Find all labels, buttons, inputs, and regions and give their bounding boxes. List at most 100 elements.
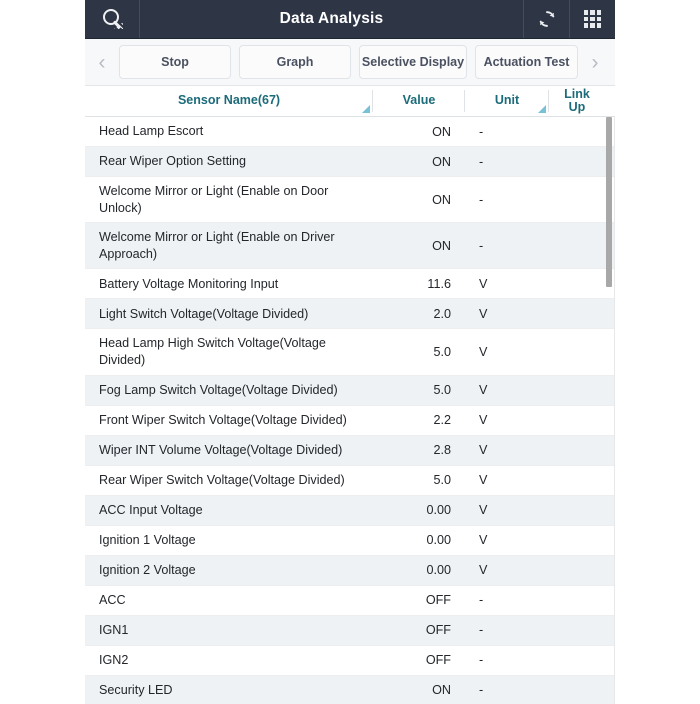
- column-header-sensor-name-label: Sensor Name(67): [178, 94, 280, 107]
- cell-sensor-name: Welcome Mirror or Light (Enable on Door …: [85, 177, 373, 222]
- cell-sensor-name: Rear Wiper Option Setting: [85, 147, 373, 176]
- cell-value: 2.0: [373, 307, 465, 321]
- table-body[interactable]: Head Lamp EscortON-Rear Wiper Option Set…: [85, 117, 615, 704]
- toolbar-prev-button[interactable]: ‹: [89, 42, 115, 82]
- table-row[interactable]: Ignition 1 Voltage0.00V: [85, 526, 615, 556]
- column-header-unit-label: Unit: [495, 94, 519, 107]
- table-row[interactable]: Rear Wiper Switch Voltage(Voltage Divide…: [85, 466, 615, 496]
- table-header-row: Sensor Name(67) Value Unit Link Up: [85, 86, 615, 117]
- cell-unit: V: [465, 383, 549, 397]
- data-analysis-app: Data Analysis ‹ Stop Graph Selective Dis…: [85, 0, 615, 704]
- table-row[interactable]: Battery Voltage Monitoring Input11.6V: [85, 269, 615, 299]
- cell-sensor-name: Ignition 2 Voltage: [85, 556, 373, 585]
- cell-unit: -: [465, 623, 549, 637]
- cell-unit: -: [465, 653, 549, 667]
- table-row[interactable]: Light Switch Voltage(Voltage Divided)2.0…: [85, 299, 615, 329]
- column-header-link-up[interactable]: Link Up: [549, 86, 605, 116]
- cell-sensor-name: Ignition 1 Voltage: [85, 526, 373, 555]
- table-row[interactable]: IGN2OFF-: [85, 646, 615, 676]
- cell-sensor-name: Security LED: [85, 676, 373, 704]
- cell-value: OFF: [373, 623, 465, 637]
- grid-menu-button[interactable]: [569, 0, 615, 38]
- cell-unit: V: [465, 307, 549, 321]
- cell-value: 0.00: [373, 503, 465, 517]
- cell-value: ON: [373, 125, 465, 139]
- selective-display-button[interactable]: Selective Display: [359, 45, 467, 79]
- sort-triangle-icon[interactable]: [362, 105, 370, 113]
- cell-unit: V: [465, 345, 549, 359]
- table-row[interactable]: Front Wiper Switch Voltage(Voltage Divid…: [85, 406, 615, 436]
- cell-unit: -: [465, 193, 549, 207]
- cell-unit: V: [465, 277, 549, 291]
- cell-value: 5.0: [373, 473, 465, 487]
- cell-sensor-name: Front Wiper Switch Voltage(Voltage Divid…: [85, 406, 373, 435]
- column-header-unit[interactable]: Unit: [465, 86, 549, 116]
- cell-sensor-name: IGN1: [85, 616, 373, 645]
- cell-value: OFF: [373, 593, 465, 607]
- graph-button[interactable]: Graph: [239, 45, 351, 79]
- cell-unit: V: [465, 503, 549, 517]
- stop-button[interactable]: Stop: [119, 45, 231, 79]
- cell-sensor-name: Battery Voltage Monitoring Input: [85, 270, 373, 299]
- cell-unit: V: [465, 473, 549, 487]
- search-button[interactable]: [85, 0, 140, 38]
- vertical-scrollbar[interactable]: [604, 117, 614, 704]
- cell-unit: V: [465, 533, 549, 547]
- table-row[interactable]: Wiper INT Volume Voltage(Voltage Divided…: [85, 436, 615, 466]
- sensor-table: Sensor Name(67) Value Unit Link Up Head …: [85, 86, 615, 704]
- scrollbar-thumb[interactable]: [606, 117, 612, 287]
- cell-unit: -: [465, 593, 549, 607]
- table-row[interactable]: ACCOFF-: [85, 586, 615, 616]
- search-icon: [101, 9, 123, 29]
- cell-sensor-name: ACC Input Voltage: [85, 496, 373, 525]
- cell-value: 2.2: [373, 413, 465, 427]
- table-row[interactable]: Head Lamp High Switch Voltage(Voltage Di…: [85, 329, 615, 375]
- table-row[interactable]: Fog Lamp Switch Voltage(Voltage Divided)…: [85, 376, 615, 406]
- cell-value: OFF: [373, 653, 465, 667]
- cell-sensor-name: Rear Wiper Switch Voltage(Voltage Divide…: [85, 466, 373, 495]
- cell-sensor-name: Head Lamp High Switch Voltage(Voltage Di…: [85, 329, 373, 374]
- column-header-value[interactable]: Value: [373, 86, 465, 116]
- cell-sensor-name: Light Switch Voltage(Voltage Divided): [85, 300, 373, 329]
- table-row[interactable]: IGN1OFF-: [85, 616, 615, 646]
- cell-value: 5.0: [373, 383, 465, 397]
- table-row[interactable]: Ignition 2 Voltage0.00V: [85, 556, 615, 586]
- column-header-sensor-name[interactable]: Sensor Name(67): [85, 86, 373, 116]
- refresh-button[interactable]: [523, 0, 569, 38]
- page-title: Data Analysis: [140, 0, 523, 38]
- table-row[interactable]: Rear Wiper Option SettingON-: [85, 147, 615, 177]
- cell-value: ON: [373, 155, 465, 169]
- table-row[interactable]: Welcome Mirror or Light (Enable on Door …: [85, 177, 615, 223]
- column-header-link-up-line2: Up: [569, 100, 586, 114]
- cell-sensor-name: Head Lamp Escort: [85, 117, 373, 146]
- cell-value: 11.6: [373, 277, 465, 291]
- cell-sensor-name: Fog Lamp Switch Voltage(Voltage Divided): [85, 376, 373, 405]
- column-header-link-up-line1: Link: [564, 87, 590, 101]
- refresh-icon: [536, 8, 558, 30]
- cell-sensor-name: Wiper INT Volume Voltage(Voltage Divided…: [85, 436, 373, 465]
- action-toolbar: ‹ Stop Graph Selective Display Actuation…: [85, 39, 615, 86]
- cell-sensor-name: Welcome Mirror or Light (Enable on Drive…: [85, 223, 373, 268]
- title-bar: Data Analysis: [85, 0, 615, 39]
- table-row[interactable]: Welcome Mirror or Light (Enable on Drive…: [85, 223, 615, 269]
- cell-value: 0.00: [373, 533, 465, 547]
- table-right-edge: [614, 117, 615, 704]
- table-row[interactable]: ACC Input Voltage0.00V: [85, 496, 615, 526]
- cell-value: ON: [373, 193, 465, 207]
- cell-unit: V: [465, 413, 549, 427]
- cell-value: 2.8: [373, 443, 465, 457]
- cell-unit: -: [465, 125, 549, 139]
- toolbar-next-button[interactable]: ›: [582, 42, 608, 82]
- sort-triangle-icon[interactable]: [538, 105, 546, 113]
- cell-value: ON: [373, 239, 465, 253]
- column-header-value-label: Value: [403, 94, 436, 107]
- table-row[interactable]: Head Lamp EscortON-: [85, 117, 615, 147]
- cell-unit: -: [465, 155, 549, 169]
- cell-sensor-name: IGN2: [85, 646, 373, 675]
- grid-menu-icon: [584, 10, 602, 28]
- actuation-test-button[interactable]: Actuation Test: [475, 45, 578, 79]
- cell-unit: -: [465, 239, 549, 253]
- table-row[interactable]: Security LEDON-: [85, 676, 615, 704]
- cell-value: ON: [373, 683, 465, 697]
- cell-unit: -: [465, 683, 549, 697]
